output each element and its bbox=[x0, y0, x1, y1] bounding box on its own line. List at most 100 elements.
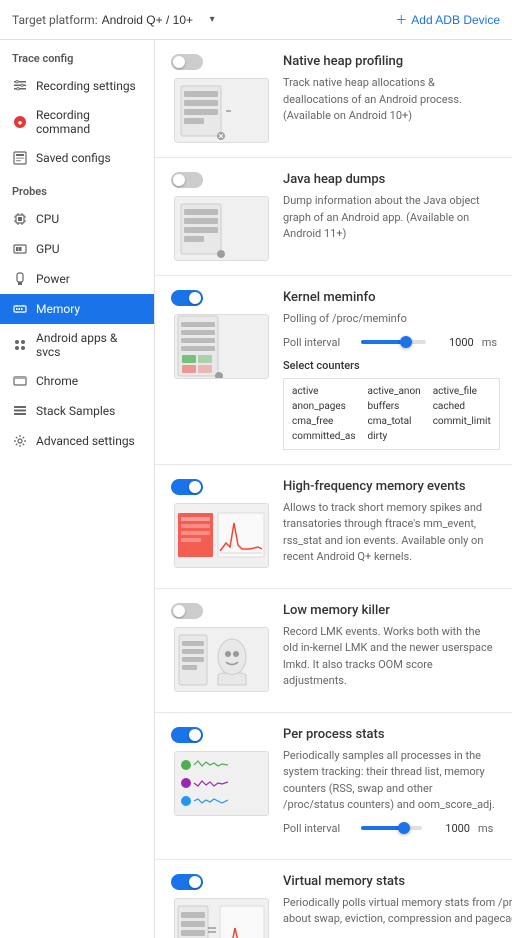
probe-high-freq-mem-toggle-row bbox=[171, 479, 271, 495]
probe-virtual-mem-stats: Virtual memory stats Periodically polls … bbox=[155, 860, 512, 938]
probe-java-heap-left bbox=[171, 172, 271, 261]
sidebar: Trace config Recording settings ● Record… bbox=[0, 40, 155, 938]
kernel-meminfo-slider[interactable] bbox=[361, 340, 426, 344]
svg-text:●: ● bbox=[18, 118, 23, 127]
probe-low-mem-killer: Low memory killer Record LMK events. Wor… bbox=[155, 589, 512, 713]
probe-kernel-meminfo-toggle-row bbox=[171, 290, 271, 306]
power-icon bbox=[12, 271, 28, 287]
kernel-meminfo-poll-unit: ms bbox=[482, 336, 500, 349]
counter-buffers[interactable]: buffers bbox=[366, 400, 423, 413]
counter-cma-total[interactable]: cma_total bbox=[366, 415, 423, 428]
android-apps-icon bbox=[12, 337, 28, 353]
counter-anon-pages[interactable]: anon_pages bbox=[290, 400, 358, 413]
android-apps-label: Android apps & svcs bbox=[36, 331, 142, 359]
advanced-settings-icon bbox=[12, 433, 28, 449]
per-process-stats-slider[interactable] bbox=[361, 826, 422, 830]
probe-high-freq-mem: High-frequency memory events Allows to t… bbox=[155, 465, 512, 589]
probes-section-title: Probes bbox=[0, 173, 154, 204]
target-platform-label: Target platform: bbox=[12, 13, 98, 27]
low-mem-killer-title: Low memory killer bbox=[283, 603, 496, 618]
target-platform-select[interactable]: Android Q+ / 10+ bbox=[102, 13, 210, 27]
per-process-stats-poll-unit: ms bbox=[478, 822, 496, 835]
sidebar-item-power[interactable]: Power bbox=[0, 264, 154, 294]
probe-high-freq-mem-left bbox=[171, 479, 271, 568]
java-heap-image bbox=[174, 196, 269, 261]
recording-command-icon: ● bbox=[12, 114, 28, 130]
probe-low-mem-killer-left bbox=[171, 603, 271, 692]
stack-samples-label: Stack Samples bbox=[36, 404, 115, 418]
kernel-meminfo-counters-grid[interactable]: active active_anon active_file anon_page… bbox=[283, 378, 500, 450]
per-process-stats-toggle[interactable] bbox=[171, 727, 203, 743]
sidebar-item-cpu[interactable]: CPU bbox=[0, 204, 154, 234]
add-device-label: Add ADB Device bbox=[411, 13, 500, 27]
probe-per-process-stats-left bbox=[171, 727, 271, 816]
per-process-stats-image bbox=[174, 751, 269, 816]
kernel-meminfo-poll-label: Poll interval bbox=[283, 336, 353, 349]
counter-cached[interactable]: cached bbox=[431, 400, 493, 413]
probe-low-mem-killer-right: Low memory killer Record LMK events. Wor… bbox=[283, 603, 496, 698]
low-mem-killer-image bbox=[174, 627, 269, 692]
add-adb-device-button[interactable]: ＋ Add ADB Device bbox=[395, 11, 500, 28]
low-mem-killer-desc: Record LMK events. Works both with the o… bbox=[283, 624, 496, 690]
low-mem-killer-toggle[interactable] bbox=[171, 603, 203, 619]
native-heap-title: Native heap profiling bbox=[283, 54, 496, 69]
high-freq-mem-image bbox=[174, 503, 269, 568]
sidebar-item-android-apps[interactable]: Android apps & svcs bbox=[0, 324, 154, 366]
kernel-meminfo-slider-wrap[interactable] bbox=[361, 340, 426, 344]
probe-virtual-mem-stats-toggle-row bbox=[171, 874, 271, 890]
high-freq-mem-title: High-frequency memory events bbox=[283, 479, 496, 494]
probe-per-process-stats: Per process stats Periodically samples a… bbox=[155, 713, 512, 860]
probe-java-heap-toggle-row bbox=[171, 172, 271, 188]
sidebar-item-recording-command[interactable]: ● Recording command bbox=[0, 101, 154, 143]
counter-cma-free[interactable]: cma_free bbox=[290, 415, 358, 428]
sidebar-item-memory[interactable]: Memory bbox=[0, 294, 154, 324]
saved-configs-label: Saved configs bbox=[36, 151, 111, 165]
counter-dirty[interactable]: dirty bbox=[366, 430, 423, 443]
sidebar-item-chrome[interactable]: Chrome bbox=[0, 366, 154, 396]
sidebar-item-stack-samples[interactable]: Stack Samples bbox=[0, 396, 154, 426]
sidebar-item-gpu[interactable]: GPU bbox=[0, 234, 154, 264]
kernel-meminfo-toggle[interactable] bbox=[171, 290, 203, 306]
header: Target platform: Android Q+ / 10+ ＋ Add … bbox=[0, 0, 512, 40]
gpu-label: GPU bbox=[36, 242, 60, 256]
stack-samples-icon bbox=[12, 403, 28, 419]
trace-config-section-title: Trace config bbox=[0, 40, 154, 71]
probe-native-heap-right: Native heap profiling Track native heap … bbox=[283, 54, 496, 133]
counter-commit-limit[interactable]: commit_limit bbox=[431, 415, 493, 428]
java-heap-toggle[interactable] bbox=[171, 172, 203, 188]
chrome-icon bbox=[12, 373, 28, 389]
counter-committed-as[interactable]: committed_as bbox=[290, 430, 358, 443]
probe-virtual-mem-stats-left bbox=[171, 874, 271, 938]
target-platform-select-wrap[interactable]: Android Q+ / 10+ bbox=[102, 13, 215, 27]
counter-active-anon[interactable]: active_anon bbox=[366, 385, 423, 398]
counter-active-file[interactable]: active_file bbox=[431, 385, 493, 398]
probe-kernel-meminfo: Kernel meminfo Polling of /proc/meminfo … bbox=[155, 276, 512, 465]
per-process-stats-settings: Poll interval 1000 ms bbox=[283, 822, 496, 835]
virtual-mem-stats-toggle[interactable] bbox=[171, 874, 203, 890]
counter-active[interactable]: active bbox=[290, 385, 358, 398]
probe-low-mem-killer-toggle-row bbox=[171, 603, 271, 619]
cpu-label: CPU bbox=[36, 212, 59, 226]
high-freq-mem-desc: Allows to track short memory spikes and … bbox=[283, 500, 496, 566]
recording-settings-icon bbox=[12, 78, 28, 94]
kernel-meminfo-counters-label: Select counters bbox=[283, 359, 500, 372]
high-freq-mem-toggle[interactable] bbox=[171, 479, 203, 495]
memory-icon bbox=[12, 301, 28, 317]
kernel-meminfo-poll-value: 1000 bbox=[434, 336, 474, 349]
java-heap-desc: Dump information about the Java object g… bbox=[283, 193, 496, 243]
per-process-stats-slider-wrap[interactable] bbox=[361, 826, 422, 830]
sidebar-item-advanced-settings[interactable]: Advanced settings bbox=[0, 426, 154, 456]
probe-native-heap: Native heap profiling Track native heap … bbox=[155, 40, 512, 158]
java-heap-title: Java heap dumps bbox=[283, 172, 496, 187]
probe-java-heap: Java heap dumps Dump information about t… bbox=[155, 158, 512, 276]
virtual-mem-stats-desc: Periodically polls virtual memory stats … bbox=[283, 895, 512, 928]
plus-icon: ＋ bbox=[395, 11, 407, 28]
advanced-settings-label: Advanced settings bbox=[36, 434, 135, 448]
sidebar-item-saved-configs[interactable]: Saved configs bbox=[0, 143, 154, 173]
sidebar-item-recording-settings[interactable]: Recording settings bbox=[0, 71, 154, 101]
native-heap-desc: Track native heap allocations & dealloca… bbox=[283, 75, 496, 125]
kernel-meminfo-slider-thumb bbox=[400, 336, 412, 348]
recording-command-label: Recording command bbox=[36, 108, 142, 136]
power-label: Power bbox=[36, 272, 70, 286]
native-heap-toggle[interactable] bbox=[171, 54, 203, 70]
